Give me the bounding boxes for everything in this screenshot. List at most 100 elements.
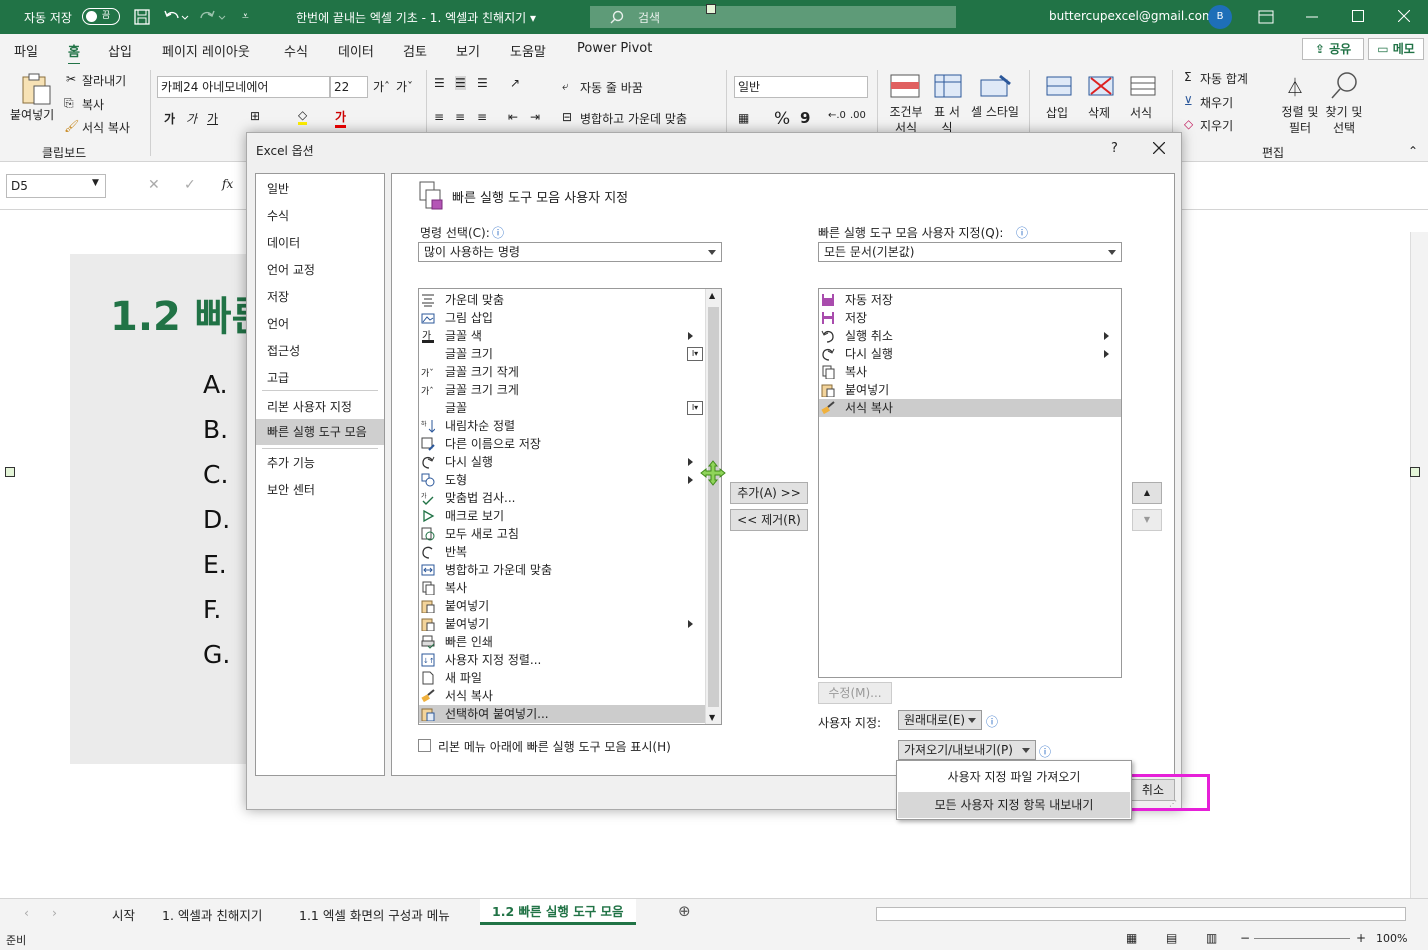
nav-trust-center[interactable]: 보안 센터: [267, 481, 315, 498]
show-below-ribbon-label[interactable]: 리본 메뉴 아래에 빠른 실행 도구 모음 표시(H): [438, 738, 671, 755]
collapse-ribbon-icon[interactable]: ⌃: [1408, 144, 1418, 158]
name-box-dropdown-icon[interactable]: ▼: [92, 178, 99, 188]
autosave-toggle[interactable]: 끔: [82, 8, 120, 25]
add-sheet-icon[interactable]: ⊕: [678, 902, 691, 920]
nav-data[interactable]: 데이터: [267, 234, 300, 251]
nav-customize-ribbon[interactable]: 리본 사용자 지정: [267, 398, 352, 415]
undo-icon[interactable]: [163, 9, 189, 25]
command-list-item[interactable]: 빠른 인쇄: [419, 633, 705, 651]
import-export-button[interactable]: 가져오기/내보내기(P): [898, 740, 1036, 760]
page-layout-view-icon[interactable]: ▤: [1166, 931, 1177, 945]
font-size-select[interactable]: 22: [330, 76, 368, 98]
info-icon[interactable]: ⓘ: [1039, 743, 1051, 760]
horizontal-scrollbar[interactable]: [876, 907, 1406, 921]
normal-view-icon[interactable]: ▦: [1126, 931, 1137, 945]
command-list-item[interactable]: 복사: [419, 579, 705, 597]
comma-button[interactable]: 9: [800, 109, 810, 127]
command-list-item[interactable]: 다른 이름으로 저장: [419, 435, 705, 453]
autosum-label[interactable]: 자동 합계: [1200, 70, 1248, 87]
wrap-text-icon[interactable]: ⤶: [562, 79, 569, 94]
format-painter-icon[interactable]: 🖌: [64, 119, 79, 133]
align-top-icon[interactable]: ☰: [434, 76, 445, 90]
minimize-icon[interactable]: [1306, 16, 1320, 18]
fill-color-icon[interactable]: ◇: [298, 108, 308, 125]
tab-page-layout[interactable]: 페이지 레이아웃: [162, 41, 250, 60]
add-button[interactable]: 추가(A) >>: [730, 482, 808, 504]
bold-button[interactable]: 가: [164, 110, 175, 127]
nav-language[interactable]: 언어: [267, 315, 289, 332]
increase-indent-icon[interactable]: ⇥: [530, 110, 540, 124]
nav-add-ins[interactable]: 추가 기능: [267, 454, 315, 471]
nav-advanced[interactable]: 고급: [267, 369, 289, 386]
sort-filter-icon[interactable]: ⏃: [1286, 74, 1304, 100]
command-list-item[interactable]: 가 맞춤법 검사...: [419, 489, 705, 507]
command-list-item[interactable]: 매크로 보기: [419, 507, 705, 525]
font-color-button[interactable]: 가: [335, 108, 347, 128]
confirm-entry-icon[interactable]: ✓: [184, 177, 196, 193]
insert-function-icon[interactable]: fx: [222, 177, 233, 191]
info-icon[interactable]: ⓘ: [1016, 224, 1028, 241]
page-break-view-icon[interactable]: ▥: [1206, 931, 1217, 945]
percent-button[interactable]: %: [774, 109, 790, 129]
clear-label[interactable]: 지우기: [1200, 117, 1233, 134]
nav-formulas[interactable]: 수식: [267, 207, 289, 224]
info-icon[interactable]: ⓘ: [492, 224, 504, 241]
find-select-label[interactable]: 찾기 및 선택: [1322, 104, 1366, 136]
command-list-item[interactable]: 가 글꼴 색: [419, 327, 705, 345]
command-list-item[interactable]: 가운데 맞춤: [419, 291, 705, 309]
command-list-item[interactable]: 글꼴 I▾: [419, 399, 705, 417]
close-icon[interactable]: [1153, 142, 1165, 154]
nav-accessibility[interactable]: 접근성: [267, 342, 300, 359]
merge-center-icon[interactable]: ⊟: [562, 110, 572, 124]
qat-list-item[interactable]: 다시 실행: [819, 345, 1121, 363]
delete-cells-label[interactable]: 삭제: [1088, 104, 1110, 121]
qat-list-item[interactable]: 붙여넣기: [819, 381, 1121, 399]
close-icon[interactable]: [1398, 10, 1410, 22]
paste-icon[interactable]: [20, 72, 52, 106]
merge-center-label[interactable]: 병합하고 가운데 맞춤: [580, 110, 687, 127]
tab-data[interactable]: 데이터: [338, 41, 374, 60]
decrease-decimal-icon[interactable]: .00: [850, 110, 866, 121]
command-list-item[interactable]: 그림 삽입: [419, 309, 705, 327]
scroll-thumb[interactable]: [708, 307, 719, 707]
sort-filter-label[interactable]: 정렬 및 필터: [1278, 104, 1322, 136]
qat-list-item[interactable]: 자동 저장: [819, 291, 1121, 309]
tab-review[interactable]: 검토: [403, 41, 427, 60]
tab-view[interactable]: 보기: [456, 41, 480, 60]
sheet-tab[interactable]: 1. 엑셀과 친해지기: [162, 905, 262, 924]
remove-button[interactable]: << 제거(R): [730, 509, 808, 531]
tab-insert[interactable]: 삽입: [108, 41, 132, 60]
commands-scrollbar[interactable]: ▲ ▼: [705, 289, 721, 724]
memo-button[interactable]: ▭ 메모: [1368, 38, 1424, 60]
tab-help[interactable]: 도움말: [510, 41, 546, 60]
command-list-item[interactable]: 서식 복사: [419, 687, 705, 705]
cell-styles-icon[interactable]: [980, 74, 1012, 98]
sheet-tab[interactable]: 시작: [112, 905, 135, 924]
save-icon[interactable]: [134, 9, 150, 25]
borders-icon[interactable]: ⊞: [250, 109, 260, 123]
align-middle-icon[interactable]: ☰: [455, 76, 466, 90]
align-right-icon[interactable]: ≡: [477, 110, 487, 124]
font-shrink-icon[interactable]: 가ˇ: [396, 78, 413, 95]
move-up-button[interactable]: ▲: [1132, 482, 1162, 504]
qat-list-item[interactable]: 저장: [819, 309, 1121, 327]
fill-icon[interactable]: ⊻: [1184, 94, 1193, 108]
choose-commands-select[interactable]: 많이 사용하는 명령: [418, 242, 722, 262]
import-customization-item[interactable]: 사용자 지정 파일 가져오기: [898, 764, 1130, 790]
align-center-icon[interactable]: ≡: [455, 110, 465, 124]
scroll-down-icon[interactable]: ▼: [709, 713, 715, 722]
vertical-scrollbar[interactable]: [1410, 232, 1428, 898]
decrease-indent-icon[interactable]: ⇤: [508, 110, 518, 124]
command-list-item[interactable]: 도형: [419, 471, 705, 489]
qat-list-item[interactable]: 복사: [819, 363, 1121, 381]
accounting-format-icon[interactable]: ▦: [738, 111, 749, 125]
cut-label[interactable]: 잘라내기: [82, 72, 126, 89]
cell-styles-label[interactable]: 셀 스타일: [970, 104, 1020, 120]
show-below-ribbon-checkbox[interactable]: [418, 739, 431, 752]
command-list-item[interactable]: ↓↑ 사용자 지정 정렬...: [419, 651, 705, 669]
format-cells-icon[interactable]: [1128, 74, 1158, 98]
resize-grip-icon[interactable]: ⋰: [1169, 799, 1177, 808]
zoom-in-icon[interactable]: +: [1356, 931, 1366, 945]
command-list-item[interactable]: 붙여넣기: [419, 615, 705, 633]
conditional-format-icon[interactable]: [890, 74, 922, 98]
